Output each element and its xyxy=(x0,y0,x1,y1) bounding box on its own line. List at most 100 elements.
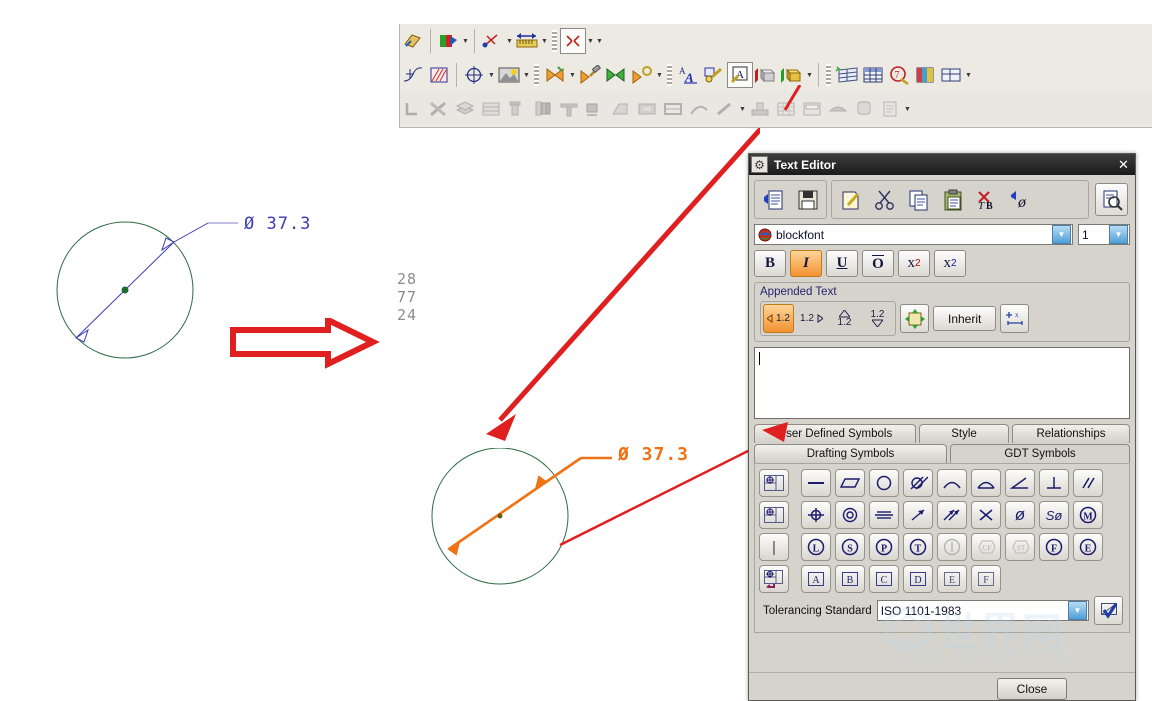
envelope-icon[interactable]: E xyxy=(1073,533,1103,561)
tolerancing-standard-combobox[interactable]: ISO 1101-1983 ▼ xyxy=(876,600,1089,621)
shading-icon[interactable] xyxy=(496,62,522,88)
toolbar-grip[interactable] xyxy=(667,64,672,86)
import-text-button[interactable] xyxy=(757,183,790,216)
datum-d-icon[interactable]: D xyxy=(903,565,933,593)
tab-relationships[interactable]: Relationships xyxy=(1012,424,1130,443)
table-props-icon[interactable] xyxy=(938,62,964,88)
chevron-down-icon[interactable]: ▼ xyxy=(461,28,470,54)
datum-c-icon[interactable]: C xyxy=(869,565,899,593)
clear-formatting-button[interactable]: TB xyxy=(970,183,1003,216)
file-button-group[interactable] xyxy=(754,180,827,219)
dialog-toolbar[interactable]: TB ø xyxy=(754,180,1130,219)
circular-runout-icon[interactable] xyxy=(903,501,933,529)
solid-body-yellow-icon[interactable] xyxy=(779,62,805,88)
copy-button[interactable] xyxy=(902,183,935,216)
crosshatch-icon[interactable] xyxy=(426,62,452,88)
angularity-icon[interactable] xyxy=(1005,469,1035,497)
cylindricity-icon[interactable] xyxy=(903,469,933,497)
concentricity-icon[interactable] xyxy=(835,501,865,529)
datum-plane-icon[interactable] xyxy=(400,28,426,54)
chevron-down-icon[interactable]: ▼ xyxy=(805,62,814,88)
paste-button[interactable] xyxy=(936,183,969,216)
tab-style[interactable]: Style xyxy=(919,424,1009,443)
feature-control-frame-2-icon[interactable] xyxy=(759,501,789,529)
append-above-button[interactable]: 1.2 xyxy=(829,304,860,333)
measure-distance-icon[interactable] xyxy=(479,28,505,54)
tolerancing-dropdown-chevron-icon[interactable]: ▼ xyxy=(1068,601,1087,620)
assembly-constraint-icon[interactable] xyxy=(542,62,568,88)
hammer-tool-icon[interactable] xyxy=(577,62,603,88)
counterbore-x-icon[interactable] xyxy=(971,501,1001,529)
cad-toolbar-area[interactable]: ▼ ▼ ▼ ▼ ▼ ▼ ▼ ▼ ▼ A A A ▼ 7 ▼ ▼ ▼ xyxy=(399,24,1152,128)
append-below-button[interactable]: 1.2 xyxy=(862,304,893,333)
table-new-icon[interactable] xyxy=(834,62,860,88)
bold-button[interactable]: B xyxy=(754,250,786,277)
fit-view-icon[interactable] xyxy=(560,28,586,54)
chevron-down-icon[interactable]: ▼ xyxy=(595,28,604,54)
italic-button[interactable]: I xyxy=(790,250,822,277)
apply-tolerance-button[interactable] xyxy=(1094,596,1123,625)
dialog-title-bar[interactable]: ⚙ Text Editor ✕ xyxy=(749,154,1135,175)
chevron-down-icon[interactable]: ▼ xyxy=(964,62,973,88)
chevron-down-icon[interactable]: ▼ xyxy=(540,28,549,54)
straightness-icon[interactable] xyxy=(801,469,831,497)
close-button[interactable]: Close xyxy=(997,678,1067,700)
spline-icon[interactable] xyxy=(400,62,426,88)
text-style-button[interactable] xyxy=(900,304,929,333)
profile-line-icon[interactable] xyxy=(937,469,967,497)
append-before-button[interactable]: 1.2 xyxy=(763,304,794,333)
ruler-icon[interactable] xyxy=(514,28,540,54)
chevron-down-icon[interactable]: ▼ xyxy=(522,62,531,88)
tolerancing-standard-row[interactable]: Tolerancing Standard ISO 1101-1983 ▼ xyxy=(759,596,1125,627)
tab-row-2[interactable]: Drafting Symbols GDT Symbols xyxy=(754,444,1130,463)
rfs-icon[interactable]: S xyxy=(835,533,865,561)
chevron-down-icon[interactable]: ▼ xyxy=(505,28,514,54)
toolbar-row-3-disabled[interactable]: ▼ ▼ xyxy=(400,92,1152,126)
toolbar-grip[interactable] xyxy=(552,30,557,52)
toolbar-grip[interactable] xyxy=(826,64,831,86)
datum-feature-symbol-icon[interactable] xyxy=(759,565,789,593)
cut-button[interactable] xyxy=(868,183,901,216)
text-style-row[interactable]: B I U O x2 x2 xyxy=(754,250,1130,277)
mmc-icon[interactable]: M xyxy=(1073,501,1103,529)
symmetry-icon[interactable] xyxy=(869,501,899,529)
tab-user-defined-symbols[interactable]: User Defined Symbols xyxy=(754,424,916,443)
preview-button-group[interactable] xyxy=(1093,181,1130,218)
font-combobox[interactable]: blockfont ▼ xyxy=(754,224,1073,245)
chevron-down-icon[interactable]: ▼ xyxy=(903,96,912,122)
center-mark-icon[interactable] xyxy=(461,62,487,88)
gear-icon[interactable]: ⚙ xyxy=(751,156,768,173)
question-pen-icon[interactable]: 7 xyxy=(886,62,912,88)
edit-text-button[interactable] xyxy=(834,183,867,216)
text-editor-dialog[interactable]: ⚙ Text Editor ✕ T B ø blockfont ▼ 1 ▼ B … xyxy=(748,153,1136,701)
append-after-button[interactable]: 1.2 xyxy=(796,304,827,333)
edit-button-group[interactable]: TB ø xyxy=(831,180,1089,219)
gdt-symbol-row-1[interactable] xyxy=(759,469,1125,497)
separator-bar-icon[interactable]: | xyxy=(759,533,789,561)
spreadsheet-icon[interactable] xyxy=(860,62,886,88)
color-table-icon[interactable] xyxy=(912,62,938,88)
text-input-area[interactable] xyxy=(754,347,1130,419)
gdt-symbol-row-2[interactable]: ø Sø M xyxy=(759,501,1125,529)
datum-a-icon[interactable]: A xyxy=(801,565,831,593)
text-spacing-button[interactable]: x xyxy=(1000,304,1030,333)
note-edit-icon[interactable] xyxy=(701,62,727,88)
position-icon[interactable] xyxy=(801,501,831,529)
datum-f-icon[interactable]: F xyxy=(971,565,1001,593)
toolbar-grip[interactable] xyxy=(534,64,539,86)
datum-e-icon[interactable]: E xyxy=(937,565,967,593)
spherical-diameter-icon[interactable]: Sø xyxy=(1039,501,1069,529)
gdt-symbol-row-4[interactable]: A B C D E F xyxy=(759,565,1125,593)
gdt-symbol-row-3[interactable]: | L S P T CF ST F E xyxy=(759,533,1125,561)
tab-drafting-symbols[interactable]: Drafting Symbols xyxy=(754,444,947,463)
font-size-combobox[interactable]: 1 ▼ xyxy=(1078,224,1130,245)
lmc-icon[interactable]: L xyxy=(801,533,831,561)
section-view-icon[interactable] xyxy=(435,28,461,54)
free-state-icon[interactable]: F xyxy=(1039,533,1069,561)
chevron-down-icon[interactable]: ▼ xyxy=(586,28,595,54)
font-dropdown-chevron-icon[interactable]: ▼ xyxy=(1052,225,1071,244)
toolbar-row-1[interactable]: ▼ ▼ ▼ ▼ ▼ xyxy=(400,24,1152,58)
save-text-button[interactable] xyxy=(791,183,824,216)
chevron-down-icon[interactable]: ▼ xyxy=(568,62,577,88)
tangent-plane-icon[interactable]: T xyxy=(903,533,933,561)
